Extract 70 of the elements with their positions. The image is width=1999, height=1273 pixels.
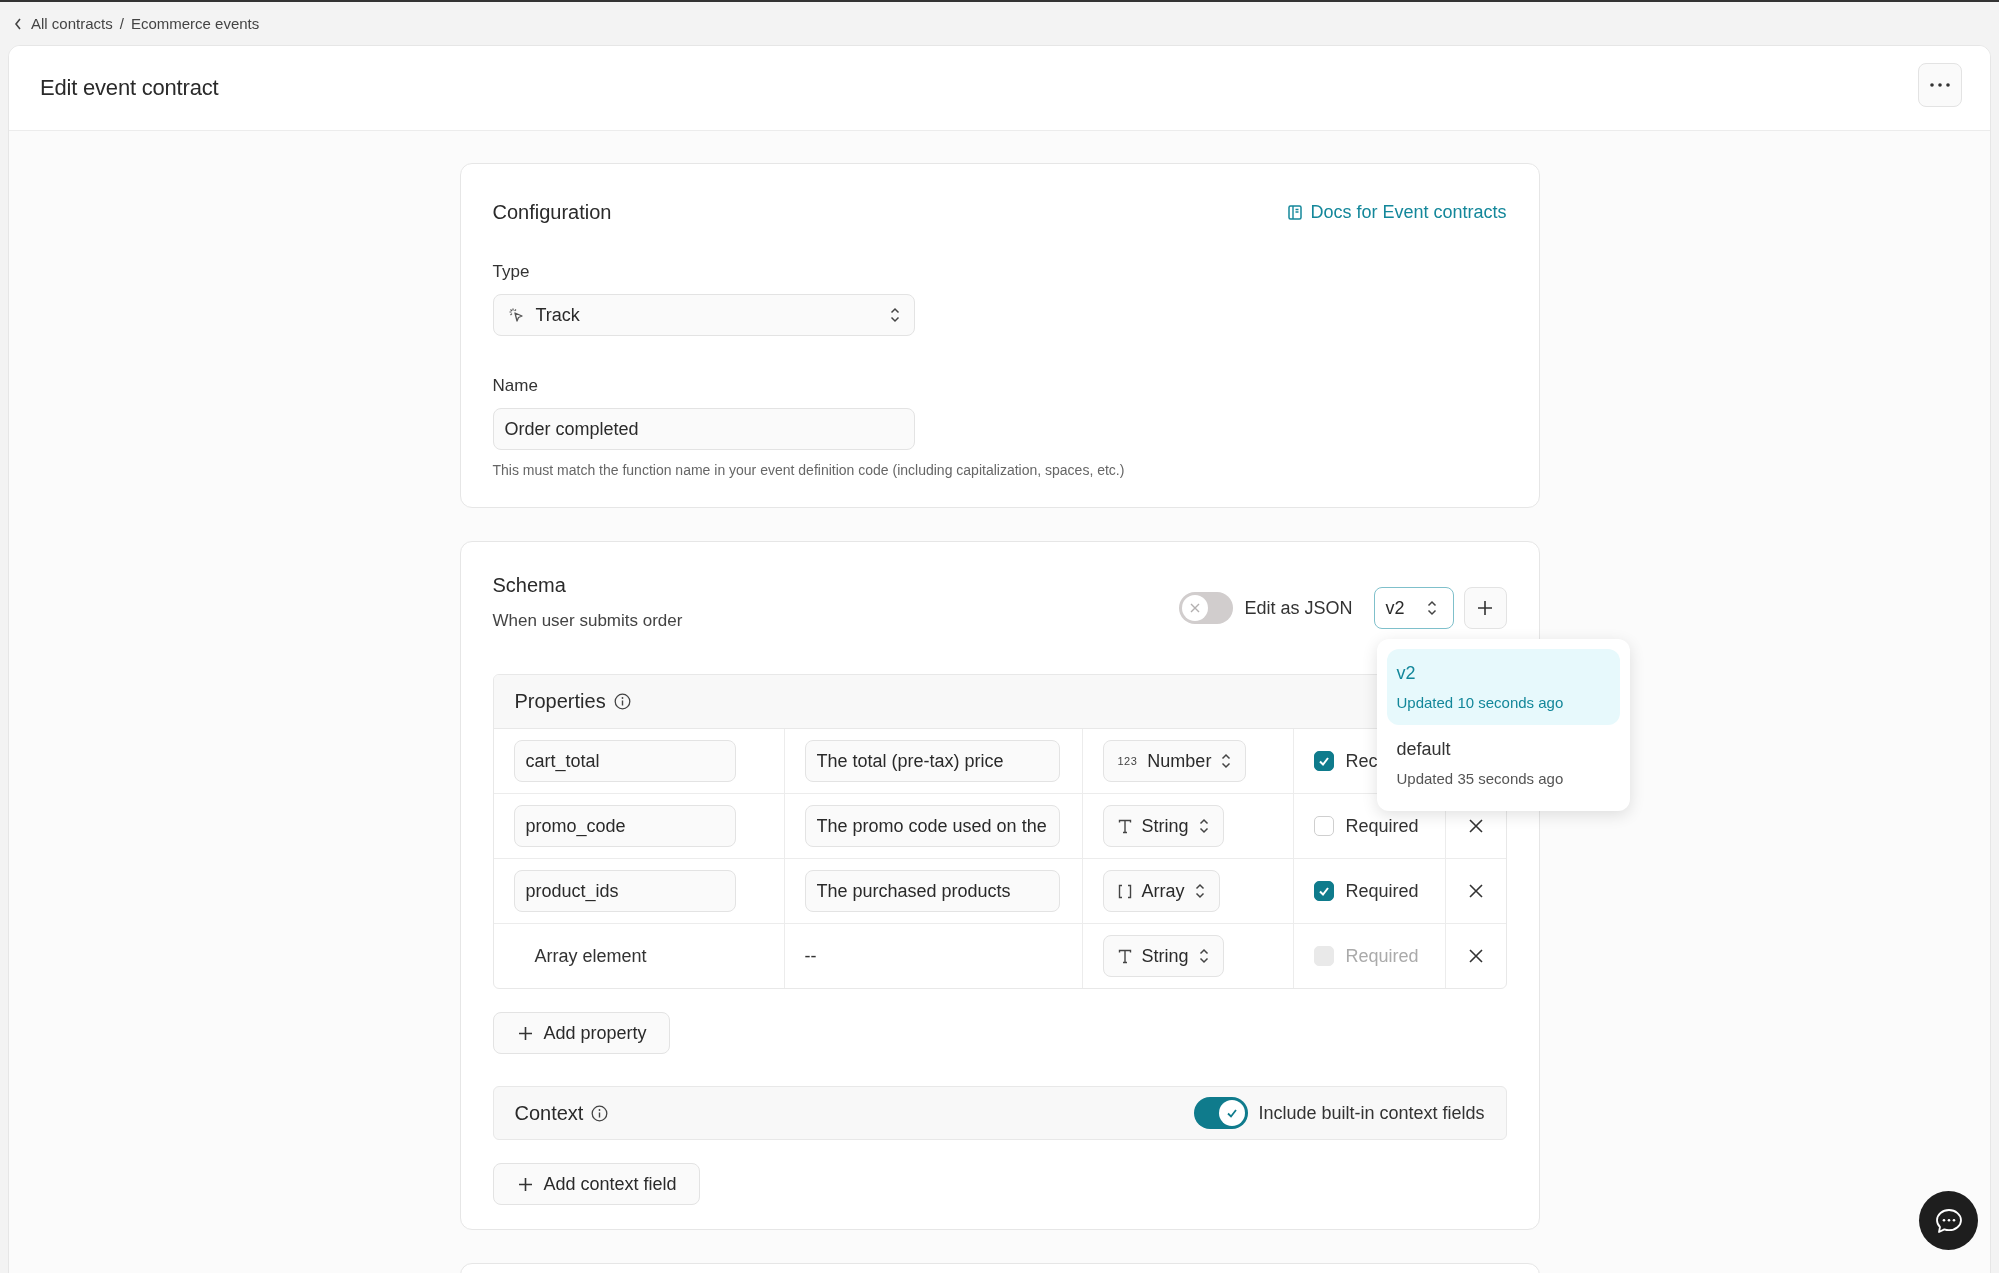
toggle-switch[interactable] [1179, 592, 1234, 624]
close-icon [1468, 884, 1483, 898]
info-icon [591, 1104, 609, 1122]
up-down-chevron-icon [1198, 948, 1209, 964]
description-text: -- [804, 945, 817, 967]
required-checkbox[interactable] [1313, 881, 1334, 901]
up-down-chevron-icon [1221, 753, 1232, 769]
brackets-icon [1117, 883, 1132, 899]
cursor-click-icon [507, 307, 524, 323]
text-type-icon [1117, 818, 1132, 834]
version-menu-item[interactable]: default Updated 35 seconds ago [1386, 725, 1620, 801]
section-title: Configuration [492, 200, 612, 224]
number-type-icon: 123 [1117, 755, 1138, 767]
book-icon [1288, 204, 1303, 220]
toggle-label: Include built-in context fields [1258, 1102, 1485, 1124]
type-select[interactable]: 123 Number [1102, 740, 1247, 782]
checkbox-label: Required [1345, 945, 1419, 967]
type-select[interactable]: Track [492, 294, 915, 336]
up-down-chevron-icon [1198, 818, 1209, 834]
toggle-switch[interactable] [1194, 1097, 1249, 1129]
back-chevron-icon[interactable] [14, 17, 22, 30]
text-type-icon [1117, 948, 1132, 964]
toggle-label: Edit as JSON [1244, 597, 1353, 619]
table-title: Properties [514, 690, 606, 713]
field-label: Type [492, 262, 531, 282]
section-title: Schema [492, 574, 567, 597]
breadcrumb-link[interactable]: All contracts [31, 15, 113, 32]
description-input[interactable]: The total (pre-tax) price [804, 740, 1060, 782]
plus-icon [518, 1026, 532, 1040]
required-checkbox[interactable] [1313, 751, 1334, 771]
add-property-button[interactable]: Add property [492, 1012, 670, 1054]
version-updated-time: Updated 10 seconds ago [1396, 694, 1565, 711]
breadcrumb-link[interactable]: Ecommerce events [130, 15, 260, 32]
version-name: v2 [1396, 663, 1417, 684]
property-name: Array element [533, 945, 647, 967]
property-name-input[interactable]: product_ids [513, 870, 736, 912]
plus-icon [1477, 600, 1493, 616]
close-icon [1468, 949, 1483, 963]
description-input[interactable]: The promo code used on the [804, 805, 1060, 847]
docs-link[interactable]: Docs for Event contracts [1288, 201, 1507, 223]
field-hint: This must match the function name in your event definition code (including capitalization, spaces, etc.) [492, 462, 1126, 478]
up-down-chevron-icon [889, 307, 900, 323]
property-name-input[interactable]: promo_code [513, 805, 736, 847]
version-updated-time: Updated 35 seconds ago [1396, 770, 1565, 787]
field-label: Name [492, 376, 539, 396]
info-icon [613, 693, 631, 710]
context-title: Context [514, 1101, 584, 1125]
up-down-chevron-icon [1194, 883, 1205, 899]
more-icon [1930, 83, 1950, 87]
version-name: default [1396, 739, 1452, 760]
up-down-chevron-icon [1426, 600, 1437, 616]
checkbox-label: Required [1345, 880, 1419, 902]
type-select[interactable]: String [1102, 935, 1224, 977]
close-icon [1468, 819, 1483, 833]
chat-bubble-icon [1934, 1207, 1963, 1234]
checkbox-label: Rec [1345, 750, 1378, 772]
name-input[interactable]: Order completed [492, 408, 915, 450]
page-title: Edit event contract [40, 75, 219, 101]
type-select[interactable]: String [1102, 805, 1224, 847]
breadcrumb-separator: / [119, 15, 124, 32]
section-subtitle: When user submits order [492, 611, 683, 631]
property-name-input[interactable]: cart_total [513, 740, 736, 782]
type-select[interactable]: Array [1102, 870, 1220, 912]
version-menu-item[interactable]: v2 Updated 10 seconds ago [1386, 649, 1620, 725]
add-context-field-button[interactable]: Add context field [492, 1163, 700, 1205]
plus-icon [518, 1177, 532, 1191]
add-version-button[interactable] [1463, 587, 1507, 629]
version-select[interactable]: v2 [1373, 587, 1454, 629]
checkbox-label: Required [1345, 815, 1419, 837]
description-input[interactable]: The purchased products [804, 870, 1060, 912]
